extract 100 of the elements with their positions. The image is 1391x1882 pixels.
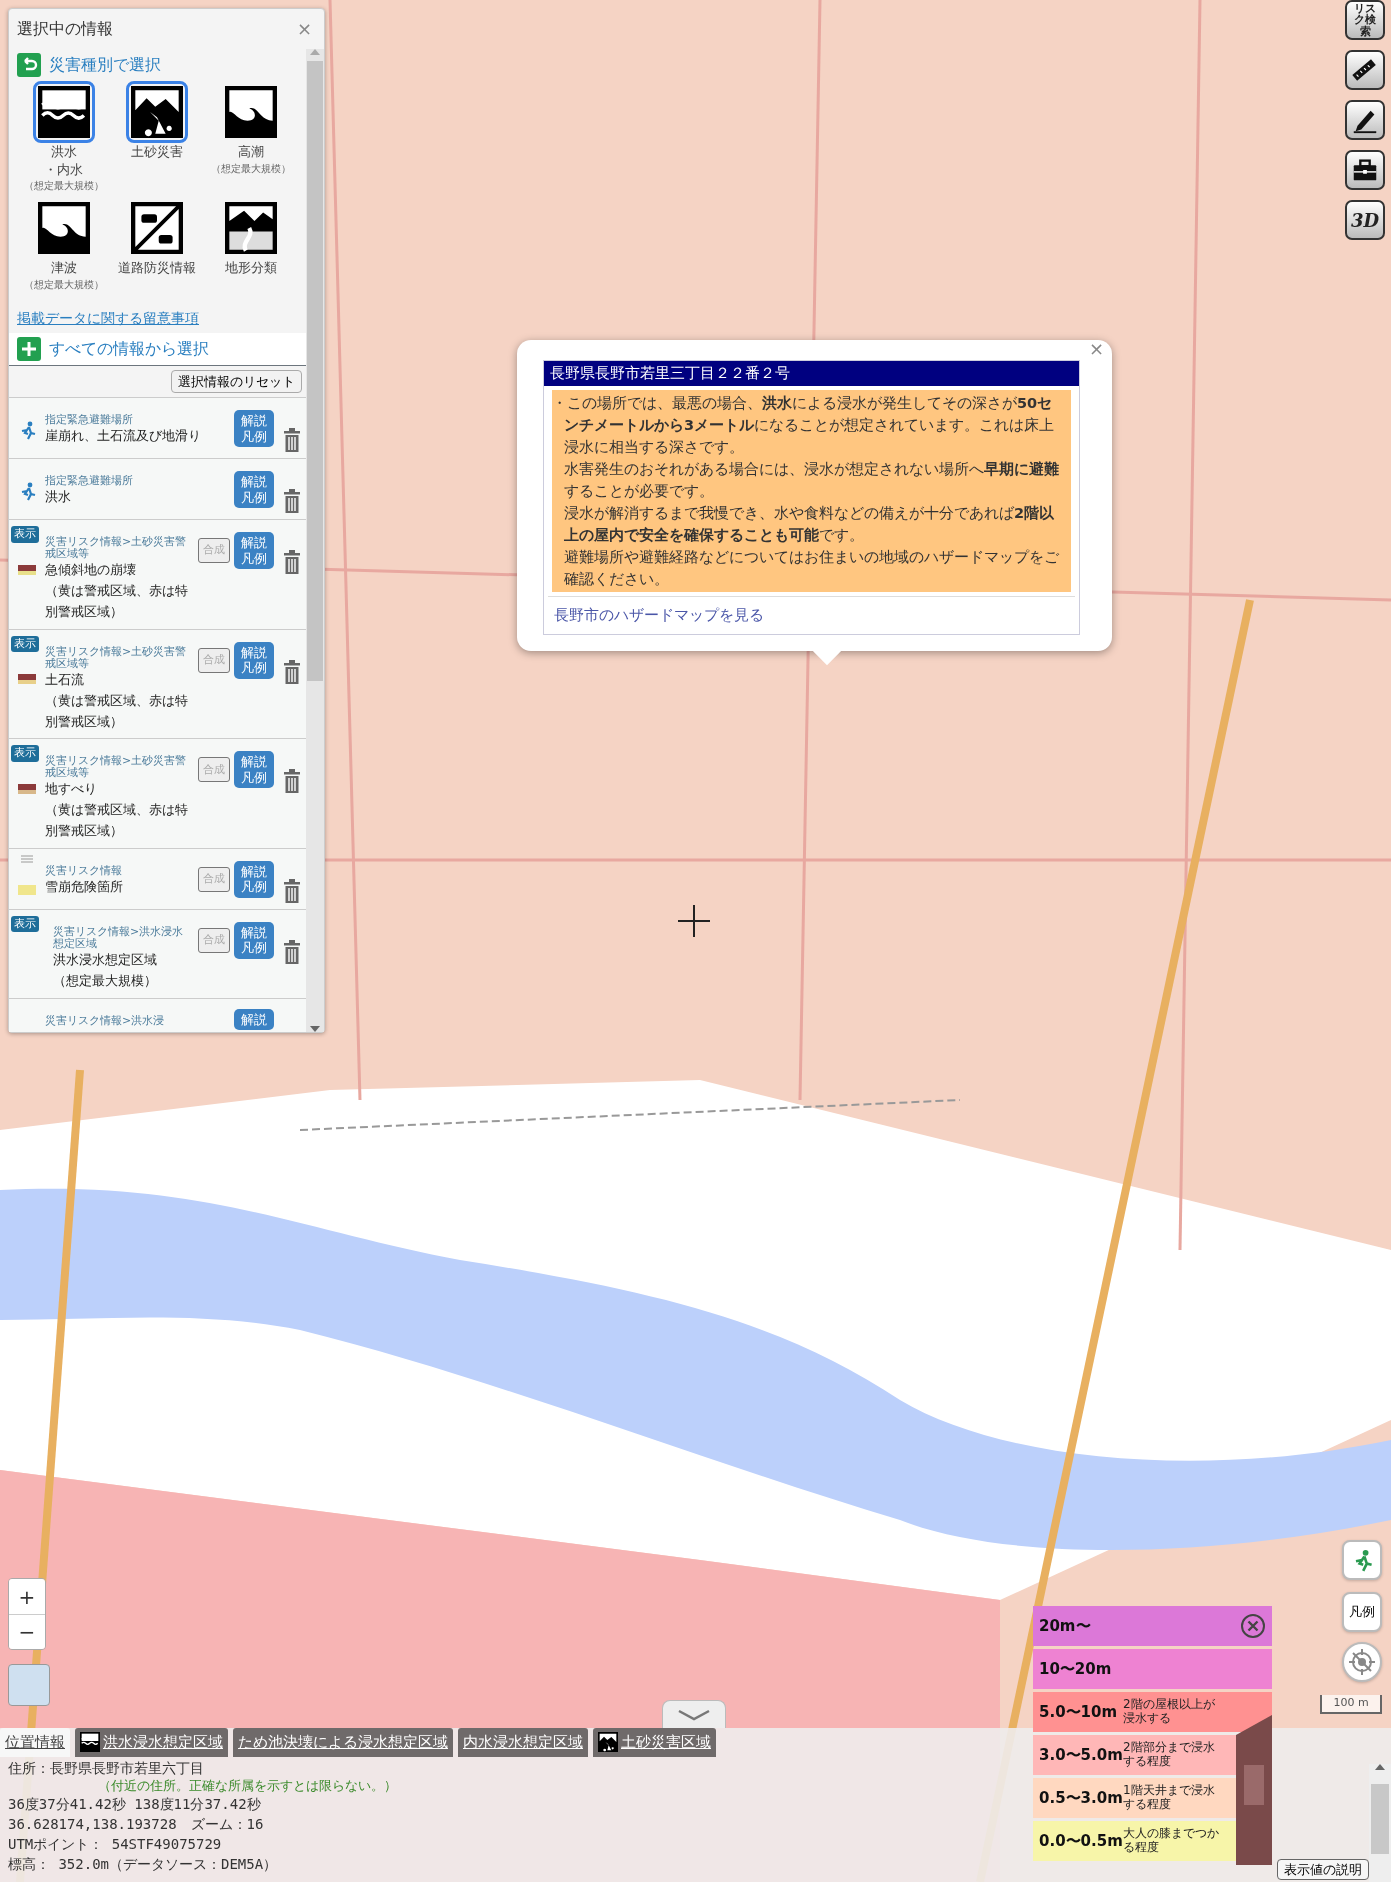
trash-icon[interactable] bbox=[282, 489, 302, 514]
layer-name: 洪水 bbox=[45, 488, 72, 507]
drag-handle-icon[interactable] bbox=[21, 854, 33, 863]
layer-note: （黄は警戒区域、赤は特別警戒区域） bbox=[45, 691, 189, 731]
target-icon bbox=[1349, 1649, 1375, 1675]
layer-category: 災害リスク情報>土砂災害警戒区域等 bbox=[45, 755, 188, 780]
scroll-down-icon bbox=[310, 1026, 320, 1033]
close-button[interactable]: × bbox=[292, 20, 316, 38]
address-heading: 長野県長野市若里三丁目２２番２号 bbox=[544, 361, 1079, 386]
layer-name: 雪崩危険箇所 bbox=[45, 877, 124, 896]
legend-toggle-button[interactable]: 凡例 bbox=[1342, 1592, 1382, 1632]
toolbar-button[interactable] bbox=[1345, 150, 1385, 190]
layer-category: 災害リスク情報 bbox=[45, 864, 123, 877]
trash-icon[interactable] bbox=[282, 659, 302, 684]
trash-icon[interactable] bbox=[282, 939, 302, 964]
scale-label: 100 m bbox=[1320, 1695, 1382, 1714]
toolbar-button[interactable] bbox=[1345, 50, 1385, 90]
scroll-up-icon bbox=[1375, 1764, 1385, 1770]
legend-button[interactable]: 解説凡例 bbox=[234, 471, 274, 509]
legend-button[interactable]: 解説凡例 bbox=[234, 751, 274, 789]
hazard-type-button[interactable]: 土砂災害 bbox=[110, 81, 205, 194]
wave-icon bbox=[37, 202, 90, 255]
trash-icon[interactable] bbox=[282, 550, 302, 575]
layer-note: （想定最大規模） bbox=[53, 971, 158, 990]
hazard-type-button[interactable]: 高潮 （想定最大規模） bbox=[204, 81, 298, 194]
layer-note: （黄は警戒区域、赤は特別警戒区域） bbox=[45, 582, 189, 621]
location-text: 標高： 352.0m（データソース：DEM5A） bbox=[8, 1854, 278, 1874]
wave-icon bbox=[225, 86, 278, 138]
panel-title: 選択中の情報 bbox=[17, 18, 113, 40]
explain-button[interactable]: 表示値の説明 bbox=[1277, 1858, 1369, 1880]
landslide-icon bbox=[598, 1732, 618, 1753]
info-tab[interactable]: ため池決壊による浸水想定区域 bbox=[233, 1728, 453, 1757]
minimap-thumbnail[interactable] bbox=[8, 1664, 50, 1706]
plus-icon bbox=[17, 336, 41, 361]
visible-badge: 表示 bbox=[11, 526, 39, 543]
waves-icon bbox=[37, 86, 90, 138]
location-text: UTMポイント： 54STF49075729 bbox=[8, 1834, 222, 1854]
hazard-type-button[interactable]: 道路防災情報 bbox=[110, 197, 205, 292]
mountain-river-icon bbox=[225, 202, 278, 255]
legend-row: 10〜20m bbox=[1033, 1649, 1272, 1689]
hazard-type-button[interactable]: 地形分類 bbox=[204, 197, 298, 292]
visible-badge: 表示 bbox=[11, 915, 39, 933]
notice-link[interactable]: 掲載データに関する留意事項 bbox=[9, 291, 306, 333]
waves-icon bbox=[80, 1732, 100, 1753]
trash-icon[interactable] bbox=[282, 878, 302, 903]
trash-icon[interactable] bbox=[282, 428, 302, 453]
close-circle-icon[interactable] bbox=[1240, 1613, 1266, 1639]
risk-description: 水害発生のおそれがある場合には、浸水が想定されない場所へ早期に避難することが必要です。 bbox=[563, 459, 1060, 501]
layer-category: 災害リスク情報>洪水浸 bbox=[45, 1014, 166, 1027]
layer-note: （黄は警戒区域、赤は特別警戒区域） bbox=[45, 801, 189, 841]
toolbar-button[interactable]: リスク検索 bbox=[1345, 0, 1385, 40]
landslide-icon bbox=[131, 86, 184, 138]
info-tab[interactable]: 位置情報 bbox=[0, 1728, 70, 1757]
toolbar-button[interactable] bbox=[1345, 100, 1385, 140]
trash-icon[interactable] bbox=[282, 769, 302, 794]
visible-badge: 表示 bbox=[11, 745, 39, 762]
evacuation-button[interactable] bbox=[1342, 1540, 1382, 1580]
section-title: 災害種別で選択 bbox=[49, 54, 161, 76]
layer-category: 災害リスク情報>洪水浸水想定区域 bbox=[53, 925, 185, 951]
hazard-map-link[interactable]: 長野市のハザードマップを見る bbox=[548, 595, 1075, 635]
layer-name: 崖崩れ、土石流及び地滑り bbox=[45, 427, 202, 446]
section-title: すべての情報から選択 bbox=[49, 337, 209, 360]
scrollbar[interactable] bbox=[1369, 1764, 1391, 1882]
legend-button[interactable]: 解説凡例 bbox=[234, 410, 274, 448]
legend-button[interactable]: 解説凡例 bbox=[234, 641, 274, 679]
risk-description: ・この場所では、最悪の場合、洪水による浸水が発生してその深さが50センチメートルから3メートルになることが想定されています。これは床上浸水に相当する深さです。 bbox=[552, 393, 1056, 457]
layer-name: 洪水浸水想定区域 bbox=[53, 951, 158, 970]
risk-description: 浸水が解消するまで我慢でき、水や食料などの備えが十分であれば2階以上の屋内で安全を確保することも可能です。 bbox=[563, 503, 1056, 545]
legend-button[interactable]: 解説凡例 bbox=[234, 921, 274, 960]
visible-badge: 表示 bbox=[11, 635, 39, 653]
close-button[interactable]: × bbox=[1084, 340, 1108, 358]
crosshair-icon bbox=[678, 905, 710, 937]
risk-description: 避難場所や避難経路などについてはお住まいの地域のハザードマップをご確認ください。 bbox=[563, 547, 1060, 589]
legend-button[interactable]: 解説 bbox=[234, 1008, 274, 1031]
layer-name: 急傾斜地の崩壊 bbox=[45, 561, 137, 580]
info-tab[interactable]: 内水浸水想定区域 bbox=[458, 1728, 588, 1757]
reset-button[interactable]: 選択情報のリセット bbox=[171, 369, 302, 394]
layer-category: 災害リスク情報>土砂災害警戒区域等 bbox=[45, 645, 188, 670]
layer-category: 指定緊急避難場所 bbox=[45, 414, 134, 427]
collapse-button[interactable] bbox=[662, 1700, 726, 1728]
hazard-type-button[interactable]: 津波 （想定最大規模） bbox=[17, 197, 111, 292]
legend-button[interactable]: 解説凡例 bbox=[234, 860, 274, 899]
address-text: 住所：長野県長野市若里六丁目 bbox=[8, 1758, 204, 1778]
zoom-in-button[interactable]: + bbox=[9, 1579, 45, 1614]
hazard-type-button[interactable]: 洪水 ・内水 （想定最大規模） bbox=[17, 81, 111, 194]
address-note: （付近の住所。正確な所属を示すとは限らない。） bbox=[97, 1777, 397, 1794]
layer-category: 指定緊急避難場所 bbox=[45, 475, 134, 488]
layer-name: 土石流 bbox=[45, 670, 85, 689]
chevron-down-icon bbox=[677, 1708, 711, 1721]
location-text: 36度37分41.42秒 138度11分37.42秒 bbox=[8, 1794, 261, 1814]
scrollbar[interactable] bbox=[306, 49, 324, 1033]
location-text: 36.628174,138.193728 ズーム：16 bbox=[8, 1814, 264, 1834]
legend-row: 20m〜 bbox=[1033, 1606, 1272, 1646]
road-cars-icon bbox=[131, 202, 184, 255]
info-tab[interactable]: 洪水浸水想定区域 bbox=[75, 1728, 228, 1757]
info-tab[interactable]: 土砂災害区域 bbox=[593, 1728, 716, 1757]
layer-category: 災害リスク情報>土砂災害警戒区域等 bbox=[45, 536, 188, 561]
zoom-out-button[interactable]: − bbox=[9, 1614, 45, 1649]
toolbar-button[interactable]: 3D bbox=[1345, 200, 1385, 240]
legend-button[interactable]: 解説凡例 bbox=[234, 532, 274, 570]
